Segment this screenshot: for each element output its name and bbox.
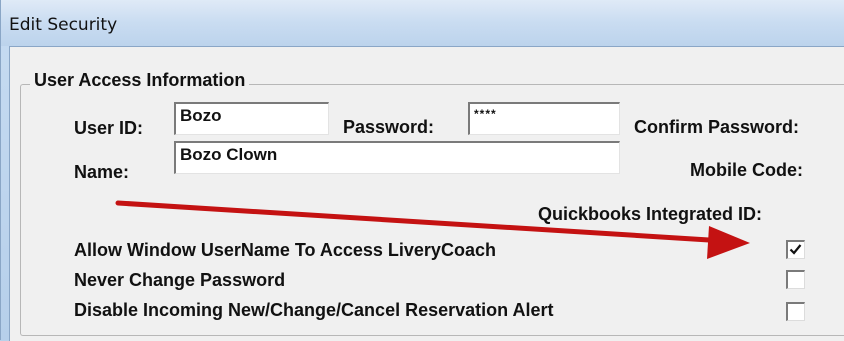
red-arrow-annotation [115, 200, 750, 259]
